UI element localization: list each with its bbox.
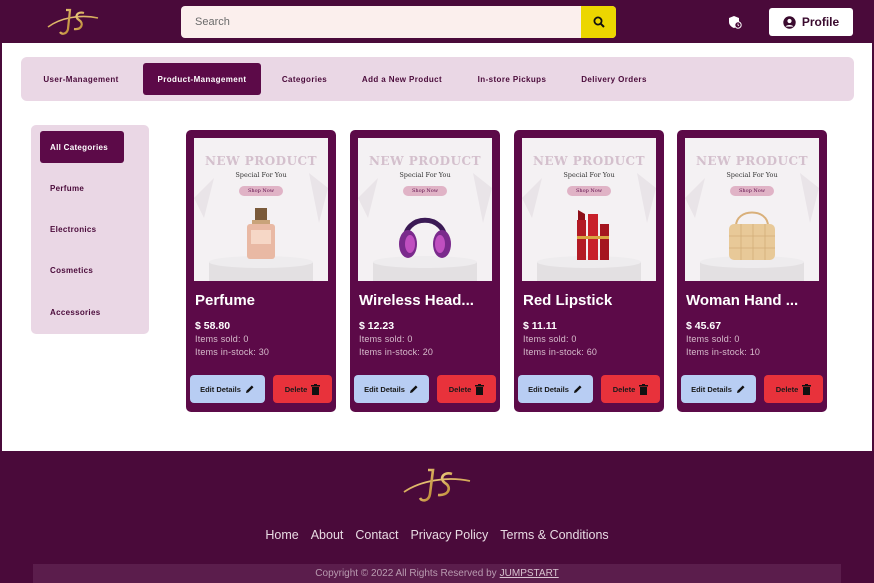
product-image: NEW PRODUCT Special For You Shop Now xyxy=(522,138,656,281)
brand-logo[interactable] xyxy=(46,5,100,38)
items-sold: Items sold: 0 xyxy=(523,334,577,344)
product-name: Red Lipstick xyxy=(523,292,613,309)
tab-delivery-orders[interactable]: Delivery Orders xyxy=(570,63,658,95)
profile-button[interactable]: Profile xyxy=(769,8,853,36)
edit-details-label: Edit Details xyxy=(364,384,405,394)
delete-button[interactable]: Delete xyxy=(273,375,332,403)
search-bar xyxy=(181,6,616,38)
delete-button[interactable]: Delete xyxy=(764,375,823,403)
sidebar-item-electronics[interactable]: Electronics xyxy=(40,213,124,245)
edit-details-button[interactable]: Edit Details xyxy=(681,375,756,403)
trash-icon xyxy=(475,383,485,395)
search-input[interactable] xyxy=(181,6,581,38)
footer-link-home[interactable]: Home xyxy=(265,528,298,542)
items-sold: Items sold: 0 xyxy=(359,334,413,344)
pencil-icon xyxy=(736,385,745,393)
product-card: NEW PRODUCT Special For You Shop Now Wir… xyxy=(350,130,500,412)
product-name: Perfume xyxy=(195,292,256,309)
image-banner-text: NEW PRODUCT xyxy=(368,154,482,168)
product-image: NEW PRODUCT Special For You Shop Now xyxy=(358,138,492,281)
image-shop-now-pill: Shop Now xyxy=(730,186,774,196)
notification-icon[interactable] xyxy=(727,14,743,30)
footer-brand-logo[interactable] xyxy=(402,464,472,506)
copyright-bar: Copyright © 2022 All Rights Reserved by … xyxy=(33,564,841,583)
sidebar-item-accessories[interactable]: Accessories xyxy=(40,296,124,328)
product-name: Woman Hand ... xyxy=(686,292,799,309)
image-banner-text: NEW PRODUCT xyxy=(204,154,318,168)
image-banner-text: NEW PRODUCT xyxy=(695,154,809,168)
image-subtitle: Special For You xyxy=(399,171,451,179)
tab-in-store-pickups[interactable]: In-store Pickups xyxy=(466,63,558,95)
image-subtitle: Special For You xyxy=(563,171,615,179)
delete-label: Delete xyxy=(448,384,472,394)
trash-icon xyxy=(639,383,649,395)
delete-button[interactable]: Delete xyxy=(601,375,660,403)
image-subtitle: Special For You xyxy=(726,171,778,179)
search-icon xyxy=(593,16,605,28)
product-price: $ 11.11 xyxy=(523,320,557,332)
items-in-stock: Items in-stock: 20 xyxy=(359,347,434,357)
product-price: $ 45.67 xyxy=(686,320,722,332)
delete-button[interactable]: Delete xyxy=(437,375,496,403)
footer-link-about[interactable]: About xyxy=(311,528,344,542)
sidebar-item-all-categories[interactable]: All Categories xyxy=(40,131,124,163)
tab-categories[interactable]: Categories xyxy=(272,63,337,95)
search-button[interactable] xyxy=(581,6,616,38)
product-price: $ 12.23 xyxy=(359,320,395,332)
delete-label: Delete xyxy=(284,384,308,394)
company-link[interactable]: JUMPSTART xyxy=(500,568,559,579)
profile-label: Profile xyxy=(801,15,840,29)
footer-nav: Home About Contact Privacy Policy Terms … xyxy=(0,528,874,542)
product-image: NEW PRODUCT Special For You Shop Now xyxy=(194,138,328,281)
copyright-text: Copyright © 2022 All Rights Reserved by xyxy=(315,568,497,579)
edit-details-button[interactable]: Edit Details xyxy=(354,375,429,403)
product-card: NEW PRODUCT Special For You Shop Now Wom… xyxy=(677,130,827,412)
top-header: Profile xyxy=(0,0,874,43)
product-image: NEW PRODUCT Special For You Shop Now xyxy=(685,138,819,281)
tab-product-management[interactable]: Product-Management xyxy=(143,63,261,95)
edit-details-label: Edit Details xyxy=(528,384,569,394)
edit-details-label: Edit Details xyxy=(691,384,732,394)
product-name: Wireless Head... xyxy=(359,292,474,309)
pencil-icon xyxy=(573,385,582,393)
sidebar-item-cosmetics[interactable]: Cosmetics xyxy=(40,254,124,286)
items-sold: Items sold: 0 xyxy=(195,334,249,344)
tab-user-management[interactable]: User-Management xyxy=(30,63,132,95)
admin-tab-bar: User-Management Product-Management Categ… xyxy=(21,57,854,101)
sidebar-item-perfume[interactable]: Perfume xyxy=(40,172,124,204)
image-shop-now-pill: Shop Now xyxy=(567,186,611,196)
image-subtitle: Special For You xyxy=(235,171,287,179)
footer-link-contact[interactable]: Contact xyxy=(355,528,398,542)
site-footer: Home About Contact Privacy Policy Terms … xyxy=(0,451,874,583)
product-price: $ 58.80 xyxy=(195,320,231,332)
edit-details-label: Edit Details xyxy=(200,384,241,394)
pencil-icon xyxy=(245,385,254,393)
edit-details-button[interactable]: Edit Details xyxy=(190,375,265,403)
image-banner-text: NEW PRODUCT xyxy=(532,154,646,168)
product-card: NEW PRODUCT Special For You Shop Now Red… xyxy=(514,130,664,412)
items-in-stock: Items in-stock: 10 xyxy=(686,347,761,357)
user-icon xyxy=(783,15,796,29)
image-shop-now-pill: Shop Now xyxy=(239,186,283,196)
delete-label: Delete xyxy=(612,384,636,394)
image-shop-now-pill: Shop Now xyxy=(403,186,447,196)
items-in-stock: Items in-stock: 60 xyxy=(523,347,598,357)
category-sidebar: All Categories Perfume Electronics Cosme… xyxy=(31,125,149,334)
product-card: NEW PRODUCT Special For You Shop Now Per… xyxy=(186,130,336,412)
footer-link-privacy-policy[interactable]: Privacy Policy xyxy=(410,528,488,542)
trash-icon xyxy=(311,383,321,395)
delete-label: Delete xyxy=(775,384,799,394)
items-sold: Items sold: 0 xyxy=(686,334,740,344)
tab-add-new-product[interactable]: Add a New Product xyxy=(349,63,455,95)
footer-link-terms-conditions[interactable]: Terms & Conditions xyxy=(500,528,608,542)
pencil-icon xyxy=(409,385,418,393)
edit-details-button[interactable]: Edit Details xyxy=(518,375,593,403)
trash-icon xyxy=(802,383,812,395)
items-in-stock: Items in-stock: 30 xyxy=(195,347,270,357)
